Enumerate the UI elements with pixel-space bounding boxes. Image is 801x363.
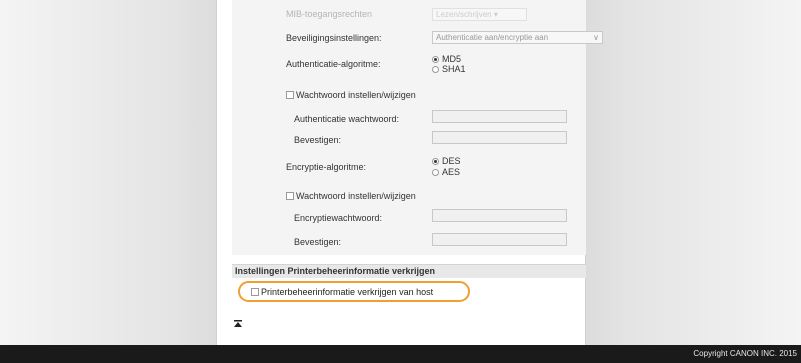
auth-sha1-label: SHA1 xyxy=(442,64,466,74)
radio-sha1[interactable] xyxy=(432,65,439,73)
enc-confirm-field[interactable] xyxy=(432,233,567,246)
footer-bar: Copyright CANON INC. 2015 xyxy=(0,345,801,363)
get-mgmt-info-checkbox[interactable] xyxy=(251,288,259,296)
auth-sha1-option[interactable]: SHA1 xyxy=(432,64,466,74)
enc-algorithm-label: Encryptie-algoritme: xyxy=(286,162,367,172)
auth-algorithm-label: Authenticatie-algoritme: xyxy=(286,59,381,69)
radio-des[interactable] xyxy=(432,157,439,165)
auth-confirm-field[interactable] xyxy=(432,131,567,144)
radio-aes[interactable] xyxy=(432,168,439,176)
auth-confirm-label: Bevestigen: xyxy=(294,135,342,145)
set-enc-password-checkbox[interactable] xyxy=(286,192,294,200)
enc-password-field[interactable] xyxy=(432,209,567,222)
copyright-text: Copyright CANON INC. 2015 xyxy=(693,349,797,358)
set-auth-password-label: Wachtwoord instellen/wijzigen xyxy=(296,90,416,100)
enc-aes-label: AES xyxy=(442,167,461,177)
get-mgmt-info-label: Printerbeheerinformatie verkrijgen van h… xyxy=(261,287,434,297)
security-settings-label: Beveiligingsinstellingen: xyxy=(286,33,382,43)
auth-password-field[interactable] xyxy=(432,110,567,123)
security-settings-value: Authenticatie aan/encryptie aan xyxy=(436,33,549,42)
set-enc-password-label: Wachtwoord instellen/wijzigen xyxy=(296,191,416,201)
chevron-down-icon: ∨ xyxy=(593,33,599,42)
enc-des-option[interactable]: DES xyxy=(432,156,461,166)
radio-md5[interactable] xyxy=(432,55,439,63)
enc-confirm-label: Bevestigen: xyxy=(294,237,342,247)
go-to-top-icon[interactable] xyxy=(234,320,242,330)
enc-password-label: Encryptiewachtwoord: xyxy=(294,213,383,223)
auth-md5-option[interactable]: MD5 xyxy=(432,54,461,64)
auth-md5-label: MD5 xyxy=(442,54,462,64)
auth-password-label: Authenticatie wachtwoord: xyxy=(294,114,400,124)
security-settings-select[interactable]: Authenticatie aan/encryptie aan ∨ xyxy=(432,31,603,44)
enc-aes-option[interactable]: AES xyxy=(432,167,460,177)
section-header: Instellingen Printerbeheerinformatie ver… xyxy=(232,264,586,278)
mib-access-select[interactable]: Lezen/schrijven ▾ xyxy=(432,8,527,21)
enc-des-label: DES xyxy=(442,156,461,166)
left-background xyxy=(0,0,216,345)
mib-access-value: Lezen/schrijven xyxy=(436,10,492,19)
mib-access-label: MIB-toegangsrechten xyxy=(286,9,373,19)
right-background xyxy=(586,0,801,345)
set-auth-password-checkbox[interactable] xyxy=(286,91,294,99)
arrow-up-bar-icon xyxy=(234,320,242,327)
